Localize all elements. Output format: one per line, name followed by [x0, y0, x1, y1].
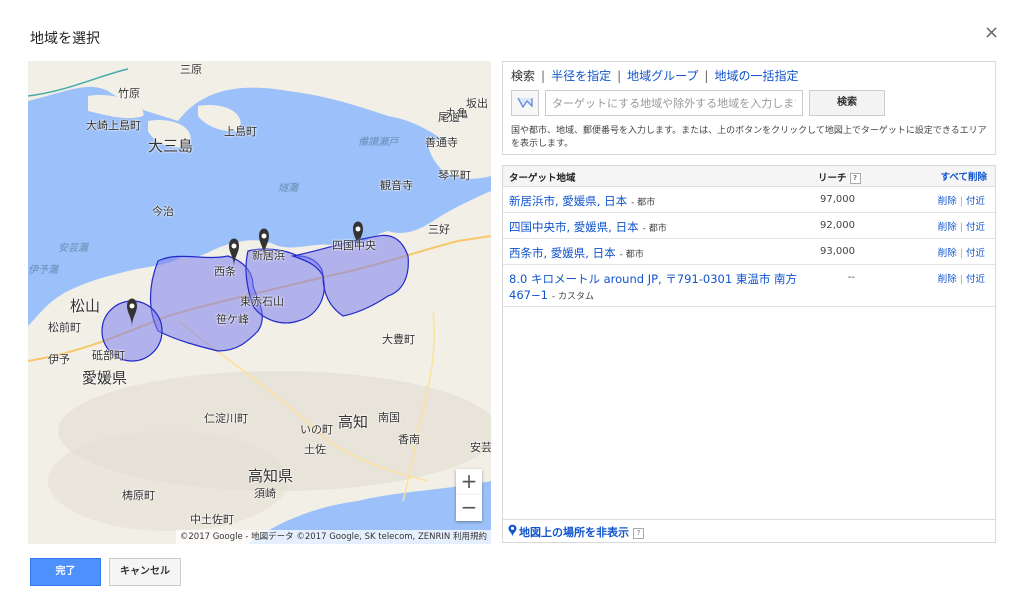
help-icon[interactable]: ?	[849, 173, 861, 184]
map-label: 善通寺	[425, 136, 458, 149]
location-type: - 都市	[631, 198, 656, 208]
map-label: 西条	[214, 265, 236, 278]
cancel-button[interactable]: キャンセル	[109, 558, 181, 586]
map-label: 三原	[180, 63, 202, 76]
nearby-link[interactable]: 付近	[966, 196, 985, 207]
map-label: 砥部町	[92, 349, 125, 362]
map-label-water: 安芸灘	[58, 243, 88, 254]
table-row: 西条市, 愛媛県, 日本 - 都市 93,000 削除 | 付近	[503, 239, 995, 265]
tab-radius[interactable]: 半径を指定	[551, 69, 611, 83]
help-icon[interactable]: ?	[633, 527, 644, 539]
location-search-input[interactable]	[545, 90, 803, 116]
map-label: 大崎上島町	[86, 119, 141, 132]
search-button[interactable]: 検索	[809, 90, 885, 116]
nearby-link[interactable]: 付近	[966, 248, 985, 259]
remove-link[interactable]: 削除	[938, 248, 957, 259]
tab-location-groups[interactable]: 地域グループ	[627, 69, 698, 83]
reach-value: 92,000	[820, 220, 855, 231]
zoom-out-button[interactable]: −	[456, 495, 482, 521]
location-type: - 都市	[642, 224, 667, 234]
map-label: 琴平町	[438, 169, 471, 182]
map-label: 竹原	[118, 87, 140, 100]
location-name[interactable]: 四国中央市, 愛媛県, 日本	[509, 220, 639, 234]
hide-locations-link[interactable]: 地図上の場所を非表示?	[519, 524, 644, 540]
draw-on-map-button[interactable]	[511, 90, 539, 116]
search-hint: 国や都市、地域、郵便番号を入力します。または、上のボタンをクリックして地図上でタ…	[511, 126, 987, 149]
map-label-water: 伊予灘	[28, 265, 58, 276]
map-label: 高知	[338, 413, 369, 431]
column-header-reach: リーチ?	[818, 170, 861, 184]
remove-link[interactable]: 削除	[938, 222, 957, 233]
hide-locations-bar: 地図上の場所を非表示?	[503, 519, 995, 542]
search-panel: 検索|半径を指定|地域グループ|地域の一括指定 検索 国や都市、地域、郵便番号を…	[502, 61, 996, 155]
search-tabs: 検索 | 半径を指定 | 地域グループ | 地域の一括指定	[511, 69, 799, 83]
remove-link[interactable]: 削除	[938, 196, 957, 207]
table-row: 四国中央市, 愛媛県, 日本 - 都市 92,000 削除 | 付近	[503, 213, 995, 239]
zoom-in-button[interactable]: +	[456, 469, 482, 495]
map-label: 須崎	[254, 487, 276, 500]
map-label: 四国中央	[332, 239, 376, 252]
nearby-link[interactable]: 付近	[966, 222, 985, 233]
column-header-location: ターゲット地域	[509, 173, 576, 184]
map-label: 安芸	[470, 441, 491, 454]
done-button[interactable]: 完了	[30, 558, 101, 586]
table-row: 新居浜市, 愛媛県, 日本 - 都市 97,000 削除 | 付近	[503, 187, 995, 213]
map-label: いの町	[300, 423, 333, 436]
tab-search[interactable]: 検索	[511, 69, 535, 83]
close-icon[interactable]: ×	[984, 22, 999, 43]
map-label: 仁淀川町	[204, 412, 248, 425]
map-label: 新居浜	[252, 249, 285, 262]
map-view[interactable]: 三原 竹原 尾道 大崎上島町 上島町 大三島 丸亀 坂出 善通寺 琴平町 観音寺…	[28, 61, 491, 544]
targeted-locations-panel: ターゲット地域 リーチ? すべて削除 新居浜市, 愛媛県, 日本 - 都市 97,…	[502, 165, 996, 543]
location-type: - カスタム	[551, 292, 595, 302]
location-name[interactable]: 西条市, 愛媛県, 日本	[509, 246, 616, 260]
map-label: 大豊町	[382, 333, 415, 346]
map-select-icon	[517, 97, 533, 109]
map-label: 大三島	[148, 137, 194, 155]
map-label: 笹ケ峰	[216, 313, 249, 326]
map-label: 坂出	[466, 97, 488, 110]
location-name[interactable]: 新居浜市, 愛媛県, 日本	[509, 194, 627, 208]
map-label-water: 備讃瀬戸	[358, 137, 398, 148]
map-pin-icon	[508, 524, 517, 537]
map-label: 松前町	[48, 321, 81, 334]
reach-label: リーチ	[818, 173, 847, 184]
map-label: 愛媛県	[82, 369, 128, 387]
reach-value: --	[847, 272, 855, 283]
map-label: 観音寺	[380, 179, 413, 192]
location-type: - 都市	[619, 250, 644, 260]
map-label: 高知県	[248, 467, 294, 485]
map-label: 丸亀	[446, 107, 468, 120]
map-attribution[interactable]: ©2017 Google - 地図データ ©2017 Google, SK te…	[175, 530, 491, 544]
map-label: 今治	[152, 205, 174, 218]
map-label: 土佐	[304, 443, 326, 456]
map-label: 松山	[70, 297, 101, 315]
remove-link[interactable]: 削除	[938, 274, 957, 285]
hide-locations-label: 地図上の場所を非表示	[519, 526, 629, 539]
map-label: 南国	[378, 411, 400, 424]
targeted-locations-header: ターゲット地域 リーチ? すべて削除	[503, 166, 995, 187]
map-label: 伊予	[48, 353, 70, 366]
dialog-title: 地域を選択	[30, 31, 100, 47]
map-label: 東赤石山	[240, 295, 284, 308]
map-label: 中土佐町	[190, 513, 234, 526]
map-label: 香南	[398, 433, 420, 446]
table-row: 8.0 キロメートル around JP, 〒791-0301 東温市 南方 4…	[503, 265, 995, 307]
map-label: 三好	[428, 223, 450, 236]
tab-bulk-locations[interactable]: 地域の一括指定	[714, 69, 798, 83]
remove-all-link[interactable]: すべて削除	[941, 169, 987, 183]
map-label-water: 燧灘	[278, 183, 298, 194]
map-label: 梼原町	[122, 489, 155, 502]
nearby-link[interactable]: 付近	[966, 274, 985, 285]
reach-value: 93,000	[820, 246, 855, 257]
reach-value: 97,000	[820, 194, 855, 205]
map-label: 上島町	[224, 125, 257, 138]
